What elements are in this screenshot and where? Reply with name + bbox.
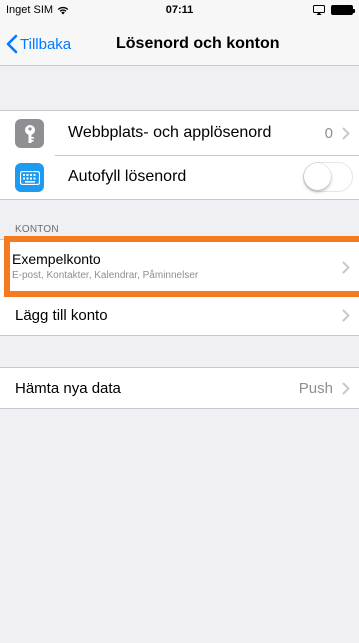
keyboard-glyph xyxy=(19,170,40,185)
add-account-label: Lägg till konto xyxy=(15,306,108,324)
accounts-section-header: KONTON xyxy=(15,224,59,235)
autofill-passwords-row: Autofyll lösenord xyxy=(0,155,359,199)
status-bar: Inget SIM 07:11 xyxy=(0,0,359,22)
account-title: Exempelkonto xyxy=(12,251,101,267)
settings-screen: Inget SIM 07:11 Tillbaka Lösenord och ko… xyxy=(0,0,359,643)
chevron-right-icon xyxy=(342,127,350,139)
page-title: Lösenord och konton xyxy=(116,35,280,52)
key-glyph xyxy=(24,124,35,143)
fetch-new-data-row[interactable]: Hämta nya data Push xyxy=(0,368,359,408)
chevron-right-icon xyxy=(342,382,350,394)
key-icon xyxy=(15,119,44,148)
chevron-right-icon xyxy=(342,261,350,274)
screen-mirroring-icon xyxy=(313,5,325,15)
status-right xyxy=(313,5,355,15)
website-app-passwords-row[interactable]: Webbplats- och applösenord 0 xyxy=(0,111,359,155)
passwords-count: 0 xyxy=(324,124,333,142)
toggle-knob xyxy=(304,163,331,190)
keyboard-icon xyxy=(15,163,44,192)
status-time: 07:11 xyxy=(165,4,194,16)
passwords-group: Webbplats- och applösenord 0 Autofyll lö… xyxy=(0,110,359,200)
add-account-row[interactable]: Lägg till konto xyxy=(0,295,359,335)
back-label: Tillbaka xyxy=(20,35,72,53)
chevron-right-icon xyxy=(342,309,350,321)
fetch-mode-value: Push xyxy=(298,379,333,397)
account-subtitle: E-post, Kontakter, Kalendrar, Påminnelse… xyxy=(12,270,199,281)
fetch-new-data-label: Hämta nya data xyxy=(15,379,121,397)
website-app-passwords-label: Webbplats- och applösenord xyxy=(68,124,272,141)
battery-icon xyxy=(331,5,355,15)
back-button[interactable]: Tillbaka xyxy=(6,34,71,54)
account-row-exempelkonto[interactable]: Exempelkonto E-post, Kontakter, Kalendra… xyxy=(0,240,359,295)
fetch-group: Hämta nya data Push xyxy=(0,367,359,409)
accounts-group: Exempelkonto E-post, Kontakter, Kalendra… xyxy=(0,239,359,336)
autofill-toggle[interactable] xyxy=(303,162,353,192)
autofill-passwords-label: Autofyll lösenord xyxy=(68,168,187,185)
chevron-left-icon xyxy=(6,34,18,54)
navigation-bar: Tillbaka Lösenord och konton xyxy=(0,22,359,66)
